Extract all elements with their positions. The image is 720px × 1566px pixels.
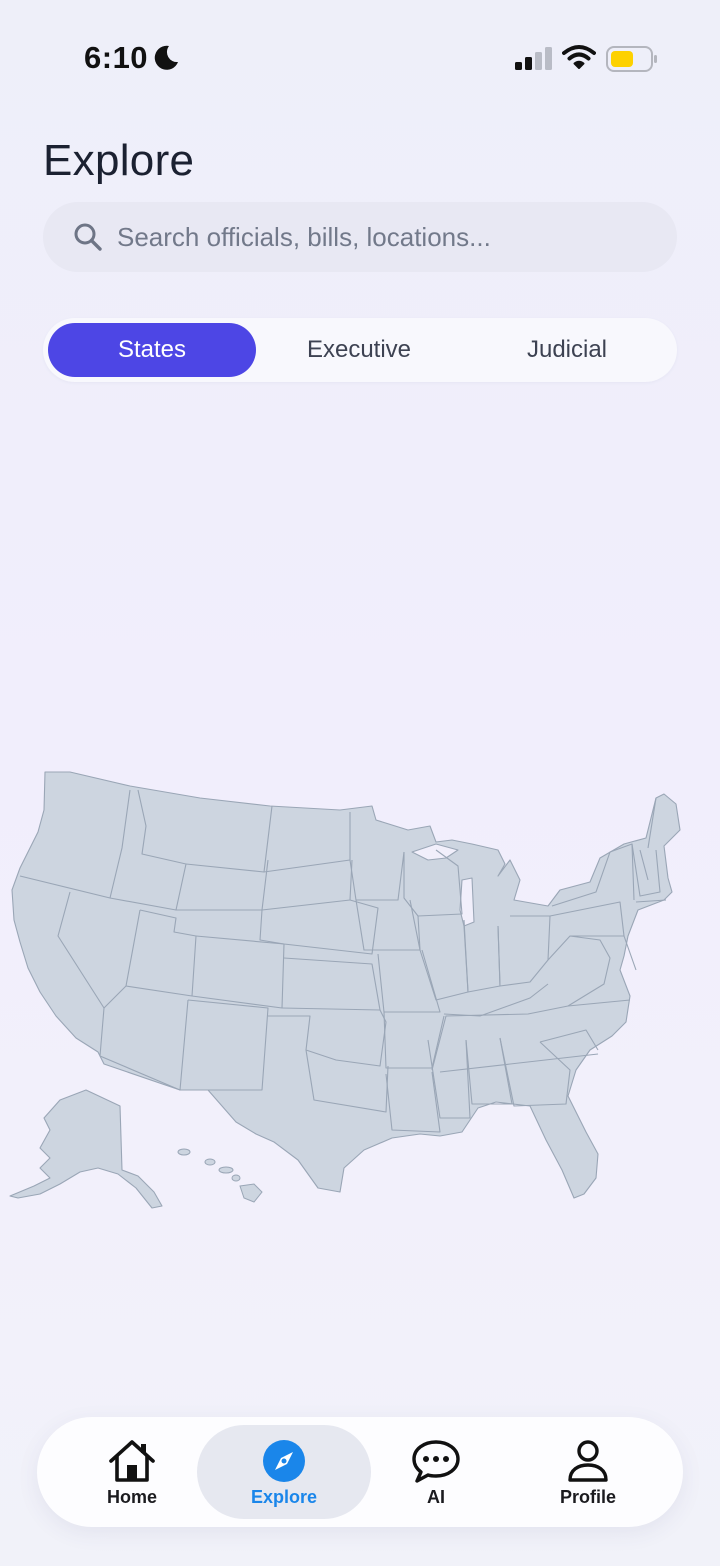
compass-icon [263, 1440, 305, 1482]
tab-explore[interactable]: Explore [197, 1425, 371, 1519]
tab-explore-label: Explore [250, 1487, 318, 1507]
bottom-tab-bar: Home Explore AI Profile [37, 1417, 683, 1527]
alaska-state[interactable] [9, 1089, 163, 1209]
wifi-icon [562, 45, 596, 69]
page-title: Explore [43, 136, 195, 185]
segment-judicial[interactable]: Judicial [463, 323, 671, 377]
tab-profile-label: Profile [559, 1487, 616, 1507]
search-box[interactable] [43, 202, 677, 272]
tab-home-label: Home [106, 1487, 157, 1507]
cellular-signal-icon [515, 47, 552, 70]
moon-icon [154, 45, 178, 70]
tab-home[interactable]: Home [45, 1425, 219, 1519]
us-states-map[interactable] [0, 760, 720, 1220]
tab-ai-label: AI [427, 1487, 445, 1507]
status-time: 6:10 [84, 40, 149, 75]
status-bar: 6:10 [0, 0, 720, 118]
tab-profile[interactable]: Profile [501, 1425, 675, 1519]
category-segmented-control: States Executive Judicial [43, 318, 677, 382]
tab-ai[interactable]: AI [349, 1425, 523, 1519]
hawaii-state[interactable] [177, 1148, 263, 1203]
segment-states[interactable]: States [48, 323, 256, 377]
home-icon [109, 1440, 155, 1482]
search-icon [74, 223, 102, 251]
segment-executive[interactable]: Executive [255, 323, 463, 377]
person-icon [568, 1440, 608, 1482]
search-input[interactable] [117, 202, 657, 272]
battery-icon [606, 46, 657, 72]
chat-bubble-icon [412, 1440, 460, 1483]
